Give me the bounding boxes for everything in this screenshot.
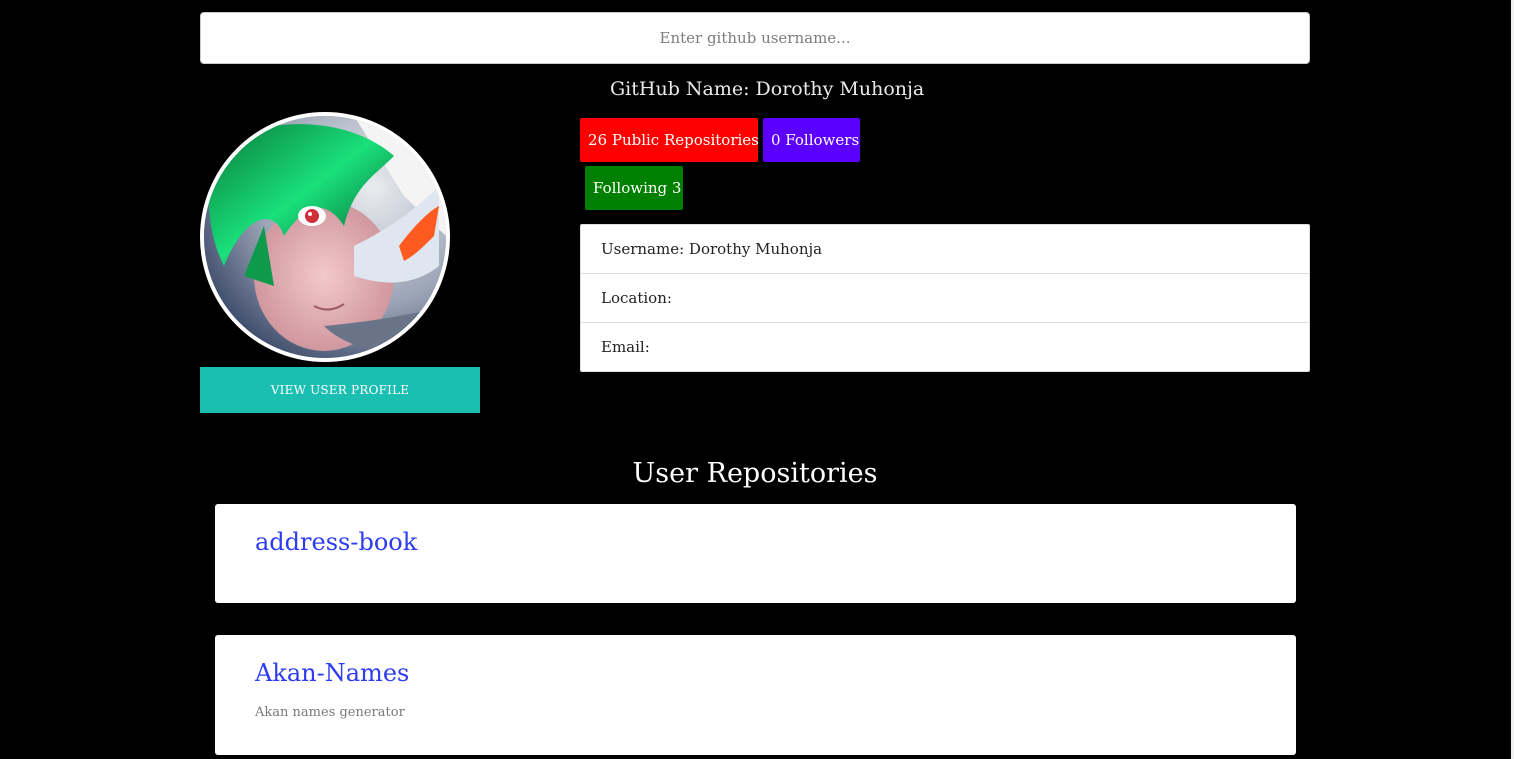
repositories-heading: User Repositories	[632, 458, 878, 489]
info-email: Email:	[601, 338, 650, 356]
repo-card: Akan-Names Akan names generator	[215, 635, 1296, 755]
followers-badge: 0 Followers	[763, 118, 860, 162]
page: GitHub Name: Dorothy Muhonja	[0, 0, 1514, 759]
info-username: Username: Dorothy Muhonja	[581, 225, 1309, 274]
repo-link[interactable]: address-book	[255, 528, 417, 556]
public-repos-badge: 26 Public Repositories	[580, 118, 759, 162]
repo-link[interactable]: Akan-Names	[255, 659, 409, 687]
github-name-heading: GitHub Name: Dorothy Muhonja	[610, 78, 925, 100]
repo-description: Akan names generator	[255, 705, 405, 720]
following-badge: Following 3	[585, 166, 683, 210]
avatar	[200, 112, 450, 362]
repo-card: address-book	[215, 504, 1296, 603]
search-input[interactable]	[200, 12, 1310, 64]
avatar-image	[204, 116, 446, 358]
view-user-profile-button[interactable]: VIEW USER PROFILE	[200, 367, 480, 413]
info-location: Location:	[581, 274, 1309, 323]
user-info-list: Username: Dorothy Muhonja Location: Emai…	[580, 224, 1310, 372]
